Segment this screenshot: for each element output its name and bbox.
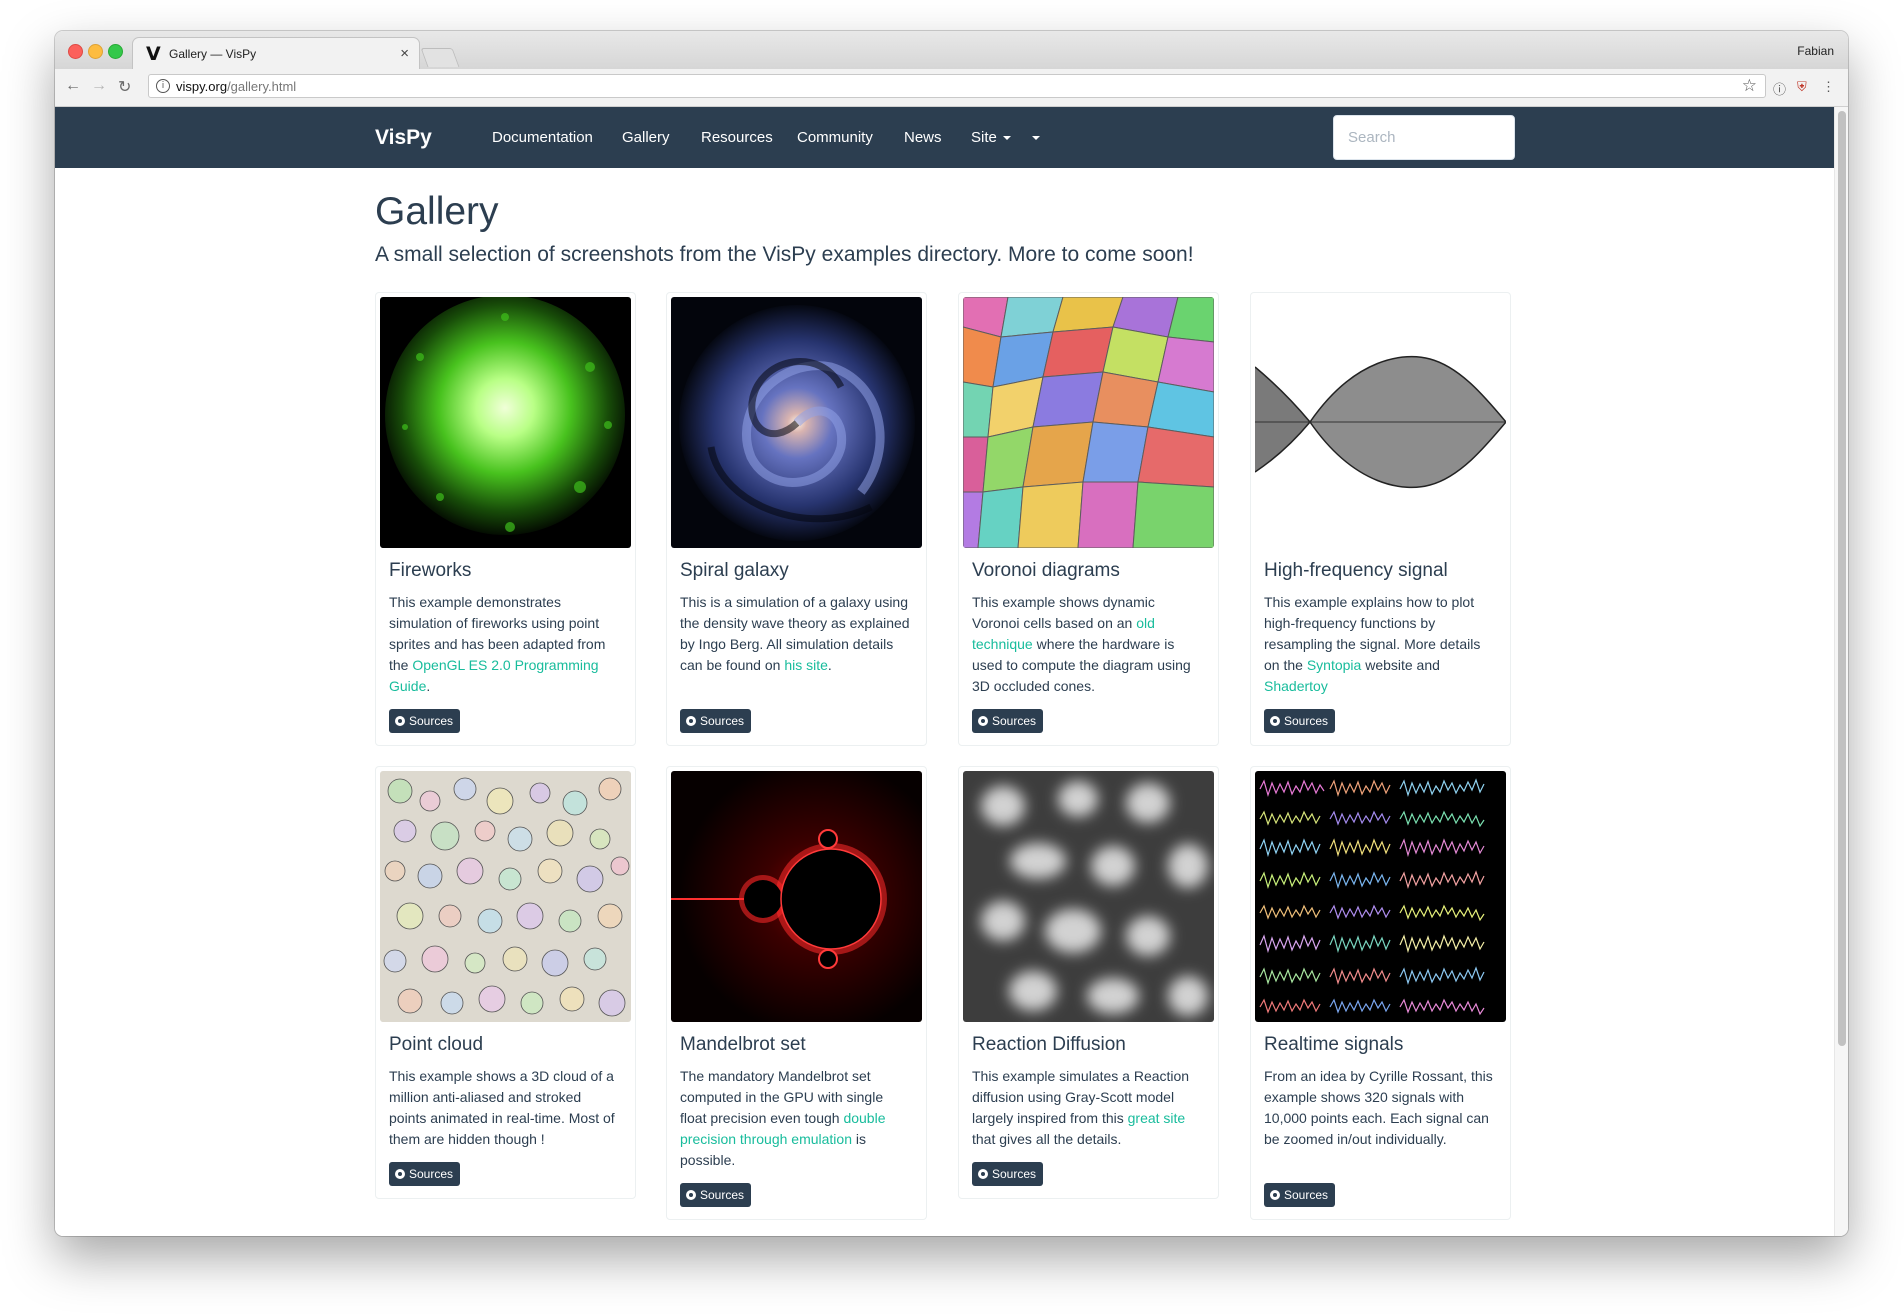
gallery-card-voronoi: Voronoi diagrams This example shows dyna… — [958, 292, 1219, 746]
gallery-card-mandelbrot: Mandelbrot set The mandatory Mandelbrot … — [666, 766, 927, 1220]
card-title: Fireworks — [389, 560, 472, 581]
description-link[interactable]: great site — [1128, 1110, 1186, 1126]
menu-kebab-icon[interactable]: ⋮ — [1822, 79, 1835, 95]
sources-button[interactable]: Sources — [1264, 1183, 1336, 1207]
caret-down-icon — [1032, 136, 1040, 141]
card-title: Spiral galaxy — [680, 560, 789, 581]
point-cloud-thumbnail[interactable] — [380, 771, 631, 1022]
gallery-card-point-cloud: Point cloud This example shows a 3D clou… — [375, 766, 636, 1199]
extension-info-icon[interactable]: ⓘ — [1773, 79, 1786, 98]
nav-resources[interactable]: Resources — [701, 129, 773, 146]
card-description: This example shows a 3D cloud of a milli… — [389, 1066, 621, 1150]
browser-tab[interactable]: V Gallery — VisPy × — [132, 37, 420, 69]
caret-down-icon — [1002, 136, 1011, 141]
github-icon — [686, 1190, 696, 1200]
github-icon — [395, 716, 405, 726]
github-icon — [1270, 1190, 1280, 1200]
zoom-window-button[interactable] — [108, 44, 123, 59]
vispy-favicon-icon: V — [146, 43, 161, 65]
forward-arrow-icon[interactable]: → — [91, 77, 107, 95]
card-title: Realtime signals — [1264, 1034, 1404, 1055]
new-tab-button[interactable] — [420, 48, 460, 67]
card-description: From an idea by Cyrille Rossant, this ex… — [1264, 1066, 1496, 1150]
card-title: High-frequency signal — [1264, 560, 1448, 581]
browser-toolbar: ← → ↻ i vispy.org/gallery.html ☆ ⓘ ⛨ ⋮ — [55, 69, 1848, 107]
github-icon — [1270, 716, 1280, 726]
nav-news[interactable]: News — [904, 129, 942, 146]
ublock-shield-icon[interactable]: ⛨ — [1797, 79, 1807, 95]
minimize-window-button[interactable] — [88, 44, 103, 59]
search-input[interactable] — [1333, 115, 1515, 160]
sources-button[interactable]: Sources — [972, 1162, 1044, 1186]
card-description: This example explains how to plot high-f… — [1264, 592, 1496, 697]
gallery-card-realtime-signals: Realtime signals From an idea by Cyrille… — [1250, 766, 1511, 1220]
card-description: This example simulates a Reaction diffus… — [972, 1066, 1204, 1150]
card-description: The mandatory Mandelbrot set computed in… — [680, 1066, 912, 1171]
description-text: that gives all the details. — [972, 1131, 1122, 1147]
close-window-button[interactable] — [68, 44, 83, 59]
gallery-card-reaction-diffusion: Reaction Diffusion This example simulate… — [958, 766, 1219, 1199]
nav-gallery[interactable]: Gallery — [622, 129, 670, 146]
sources-button[interactable]: Sources — [389, 1162, 461, 1186]
github-icon — [395, 1169, 405, 1179]
address-bar[interactable]: i vispy.org/gallery.html ☆ — [148, 74, 1766, 98]
page-title: Gallery — [375, 190, 499, 233]
brand-logo[interactable]: VisPy — [375, 126, 432, 150]
description-text: This example shows a 3D cloud of a milli… — [389, 1068, 615, 1147]
voronoi-thumbnail[interactable] — [963, 297, 1214, 548]
description-link[interactable]: his site — [784, 657, 828, 673]
description-link[interactable]: Shadertoy — [1264, 678, 1328, 694]
card-title: Point cloud — [389, 1034, 484, 1055]
description-text: . — [426, 678, 431, 694]
info-icon[interactable]: i — [156, 79, 170, 93]
high-frequency-signal-thumbnail[interactable] — [1255, 297, 1506, 548]
bookmark-star-icon[interactable]: ☆ — [1742, 76, 1757, 96]
browser-window: V Gallery — VisPy × Fabian ← → ↻ i vispy… — [55, 31, 1848, 1236]
reaction-diffusion-thumbnail[interactable] — [963, 771, 1214, 1022]
sources-button[interactable]: Sources — [389, 709, 461, 733]
github-icon — [978, 716, 988, 726]
github-icon — [686, 716, 696, 726]
back-arrow-icon[interactable]: ← — [65, 77, 81, 95]
github-icon — [978, 1169, 988, 1179]
nav-extra-dropdown[interactable] — [1026, 129, 1040, 146]
fireworks-thumbnail[interactable] — [380, 297, 631, 548]
sources-button[interactable]: Sources — [680, 709, 752, 733]
title-bar: V Gallery — VisPy × Fabian — [55, 31, 1848, 69]
card-title: Voronoi diagrams — [972, 560, 1120, 581]
card-description: This example demonstrates simulation of … — [389, 592, 621, 697]
site-navbar: VisPy Documentation Gallery Resources Co… — [55, 107, 1834, 168]
scrollbar-thumb[interactable] — [1838, 111, 1846, 1046]
realtime-signals-thumbnail[interactable] — [1255, 771, 1506, 1022]
description-text: From an idea by Cyrille Rossant, this ex… — [1264, 1068, 1493, 1147]
sources-button[interactable]: Sources — [1264, 709, 1336, 733]
profile-name[interactable]: Fabian — [1797, 44, 1834, 58]
card-title: Reaction Diffusion — [972, 1034, 1126, 1055]
description-text: This example shows dynamic Voronoi cells… — [972, 594, 1155, 631]
description-link[interactable]: OpenGL ES 2.0 Programming Guide — [389, 657, 599, 694]
gallery-card-high-frequency-signal: High-frequency signal This example expla… — [1250, 292, 1511, 746]
gallery-card-spiral-galaxy: Spiral galaxy This is a simulation of a … — [666, 292, 927, 746]
spiral-galaxy-thumbnail[interactable] — [671, 297, 922, 548]
page-scrollbar[interactable] — [1834, 107, 1848, 1236]
web-page: VisPy Documentation Gallery Resources Co… — [55, 107, 1834, 1236]
description-link[interactable]: Syntopia — [1307, 657, 1361, 673]
sources-button[interactable]: Sources — [680, 1183, 752, 1207]
nav-site-dropdown[interactable]: Site — [971, 129, 1011, 146]
description-text: . — [827, 657, 832, 673]
sources-button[interactable]: Sources — [972, 709, 1044, 733]
tab-close-icon[interactable]: × — [400, 45, 409, 62]
mandelbrot-thumbnail[interactable] — [671, 771, 922, 1022]
reload-icon[interactable]: ↻ — [118, 77, 131, 97]
url-text[interactable]: vispy.org/gallery.html — [176, 79, 296, 94]
card-title: Mandelbrot set — [680, 1034, 806, 1055]
card-description: This example shows dynamic Voronoi cells… — [972, 592, 1204, 697]
description-text: website and — [1361, 657, 1440, 673]
nav-community[interactable]: Community — [797, 129, 873, 146]
page-lead: A small selection of screenshots from th… — [375, 243, 1194, 266]
gallery-card-fireworks: Fireworks This example demonstrates simu… — [375, 292, 636, 746]
card-description: This is a simulation of a galaxy using t… — [680, 592, 912, 676]
nav-documentation[interactable]: Documentation — [492, 129, 593, 146]
tab-title: Gallery — VisPy — [169, 47, 257, 61]
